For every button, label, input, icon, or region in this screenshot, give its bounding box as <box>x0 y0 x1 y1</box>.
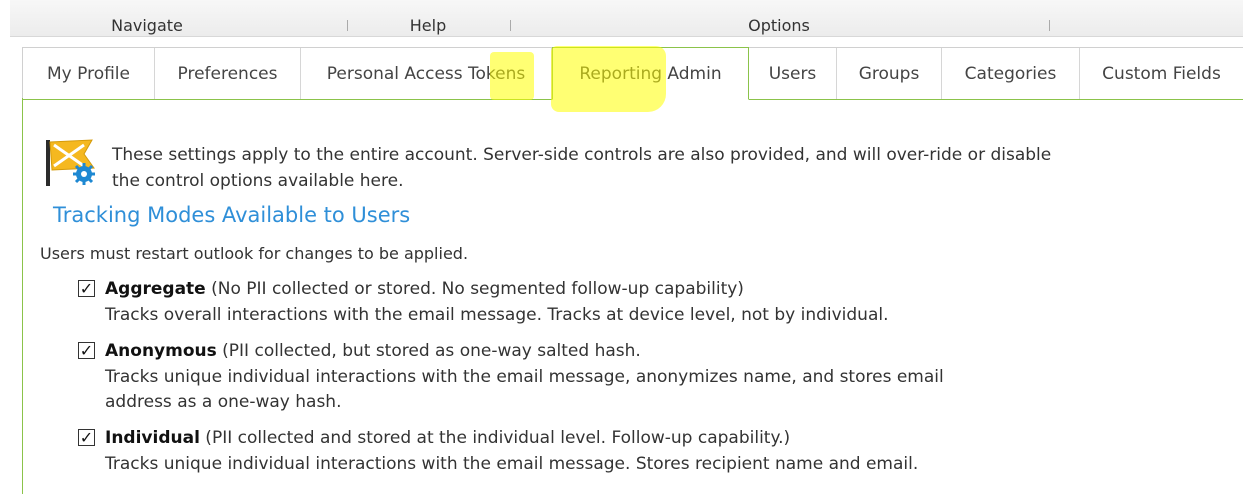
flag-settings-icon <box>46 139 95 186</box>
option-individual-label: Individual (PII collected and stored at … <box>105 427 790 449</box>
intro-text: These settings apply to the entire accou… <box>112 145 1052 191</box>
menu-navigate[interactable]: Navigate <box>111 16 183 35</box>
option-detail: (PII collected, but stored as one-way sa… <box>216 341 641 361</box>
menu-help[interactable]: Help <box>410 16 446 35</box>
section-heading: Tracking Modes Available to Users <box>53 203 411 227</box>
tab-my-profile[interactable]: My Profile <box>23 48 155 99</box>
option-detail: (No PII collected or stored. No segmente… <box>205 279 744 299</box>
tab-personal-access-tokens[interactable]: Personal Access Tokens <box>301 48 552 99</box>
menu-options[interactable]: Options <box>748 16 810 35</box>
tab-preferences[interactable]: Preferences <box>155 48 301 99</box>
checkmark-icon: ✓ <box>79 340 94 360</box>
option-description: Tracks unique individual interactions wi… <box>105 367 944 412</box>
tab-custom-fields[interactable]: Custom Fields <box>1080 48 1243 99</box>
restart-note: Users must restart outlook for changes t… <box>40 244 469 263</box>
checkbox-aggregate[interactable]: ✓ <box>78 280 95 297</box>
checkbox-individual[interactable]: ✓ <box>78 429 95 446</box>
menu-bar: Navigate Help Options <box>10 0 1243 37</box>
option-name: Individual <box>105 428 200 448</box>
tab-groups[interactable]: Groups <box>837 48 942 99</box>
option-description: Tracks overall interactions with the ema… <box>105 305 889 325</box>
checkmark-icon: ✓ <box>79 278 94 298</box>
checkmark-icon: ✓ <box>79 427 94 447</box>
tab-users[interactable]: Users <box>749 48 837 99</box>
option-name: Anonymous <box>105 341 217 361</box>
option-description: Tracks unique individual interactions wi… <box>105 454 919 474</box>
tab-reporting-admin[interactable]: Reporting Admin <box>552 47 749 100</box>
menu-separator <box>510 20 511 31</box>
settings-tabs: My Profile Preferences Personal Access T… <box>22 47 1243 100</box>
option-anonymous-label: Anonymous (PII collected, but stored as … <box>105 340 641 362</box>
checkbox-anonymous[interactable]: ✓ <box>78 342 95 359</box>
menu-separator <box>347 20 348 31</box>
tab-categories[interactable]: Categories <box>942 48 1080 99</box>
option-aggregate-label: Aggregate (No PII collected or stored. N… <box>105 278 744 300</box>
option-name: Aggregate <box>105 279 206 299</box>
option-detail: (PII collected and stored at the individ… <box>199 428 791 448</box>
menu-separator <box>1049 20 1050 31</box>
